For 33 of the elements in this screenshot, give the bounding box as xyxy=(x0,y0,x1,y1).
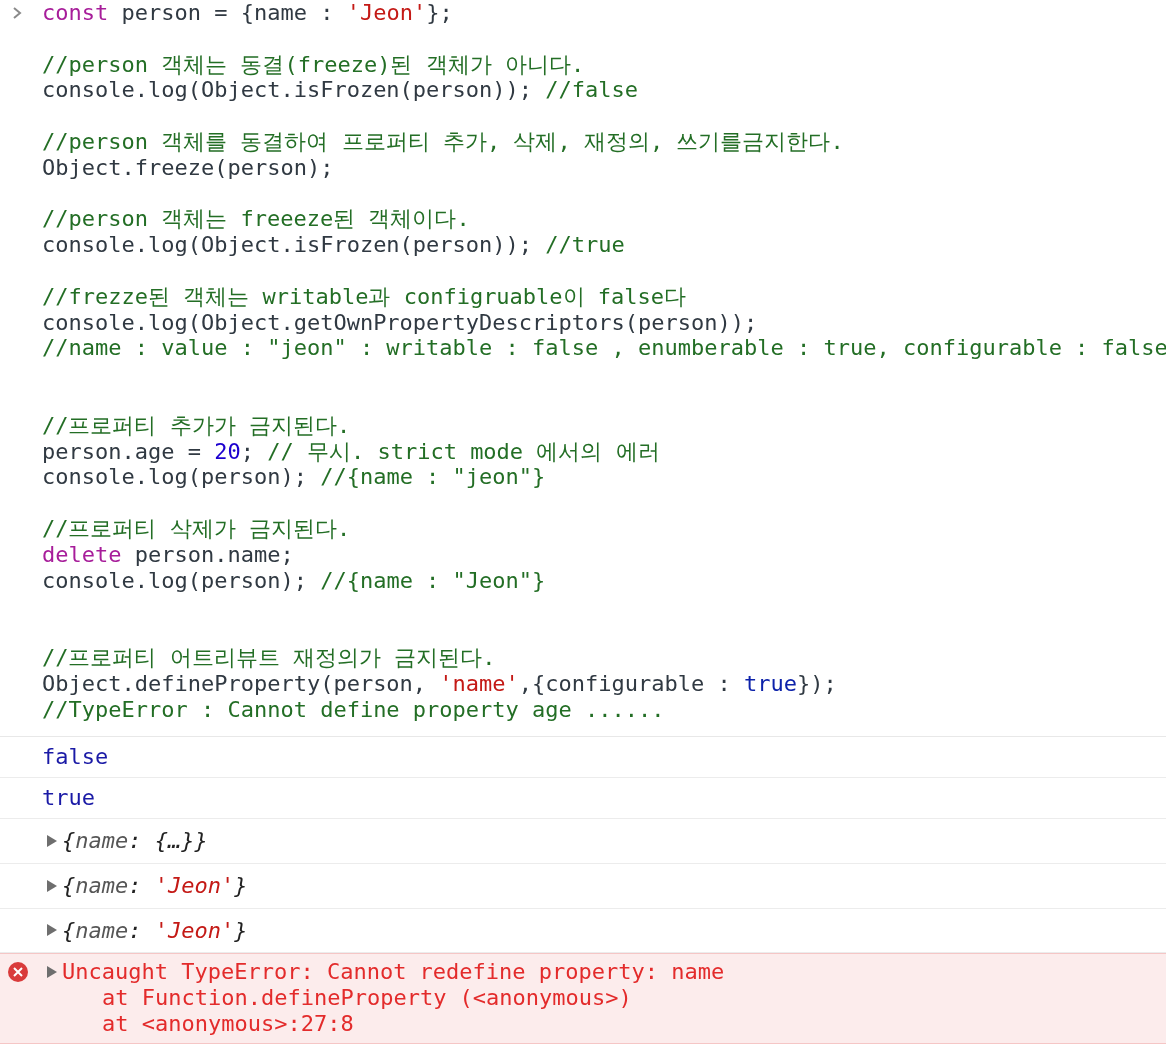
code-line: delete person.name; xyxy=(42,541,294,568)
code-line: const person = {name : 'Jeon'}; xyxy=(42,0,453,26)
code-line: //person 객체는 동결(freeze)된 객체가 아니다. xyxy=(42,51,585,78)
code-line: //프로퍼티 삭제가 금지된다. xyxy=(42,515,351,542)
expand-triangle-icon[interactable] xyxy=(47,834,57,847)
expand-triangle-icon[interactable] xyxy=(47,924,57,937)
code-line: console.log(person); //{name : "Jeon"} xyxy=(42,567,546,594)
expand-triangle-icon[interactable] xyxy=(47,879,57,892)
expand-triangle-icon[interactable] xyxy=(47,966,57,979)
code-line: //person 객체는 freeeze된 객체이다. xyxy=(42,206,470,233)
code-line: console.log(Object.isFrozen(person)); //true xyxy=(42,232,625,258)
code-line: Object.freeze(person); xyxy=(42,154,334,181)
output-value: true xyxy=(42,785,95,811)
code-line: //프로퍼티 추가가 금지된다. xyxy=(42,412,351,439)
code-line: //TypeError : Cannot define property age ...... xyxy=(42,696,665,723)
prompt-chevron-icon xyxy=(12,5,22,20)
object-preview[interactable]: {name: 'Jeon'} xyxy=(62,872,248,899)
code-line: console.log(person); //{name : "jeon"} xyxy=(42,464,546,491)
error-icon xyxy=(8,962,28,983)
code-line: //person 객체를 동결하여 프로퍼티 추가, 삭제, 재정의, 쓰기를금지한다. xyxy=(42,129,844,155)
stack-trace-line: at <anonymous>:27:8 xyxy=(102,1011,354,1037)
output-value: false xyxy=(42,744,109,771)
code-line: console.log(Object.isFrozen(person)); //false xyxy=(42,77,639,104)
code-line: //프로퍼티 어트리뷰트 재정의가 금지된다. xyxy=(42,644,496,671)
code-line: //name : value : "jeon" : writable : false , enumberable : true, configurable : false xyxy=(42,335,1166,362)
code-line: console.log(Object.getOwnPropertyDescriptors(person)); xyxy=(42,309,758,336)
object-preview[interactable]: {name: 'Jeon'} xyxy=(62,917,248,944)
object-preview[interactable]: {name: {…}} xyxy=(62,827,208,854)
stack-trace-line: at Function.defineProperty (<anonymous>) xyxy=(102,985,632,1011)
error-message: Uncaught TypeError: Cannot redefine property: name xyxy=(62,959,725,986)
code-line: Object.defineProperty(person, 'name',{configurable : true}); xyxy=(42,670,837,697)
code-line: person.age = 20; // 무시. strict mode 에서의 에러 xyxy=(42,438,660,465)
code-line: //frezze된 객체는 writable과 configruable이 false다 xyxy=(42,283,687,310)
